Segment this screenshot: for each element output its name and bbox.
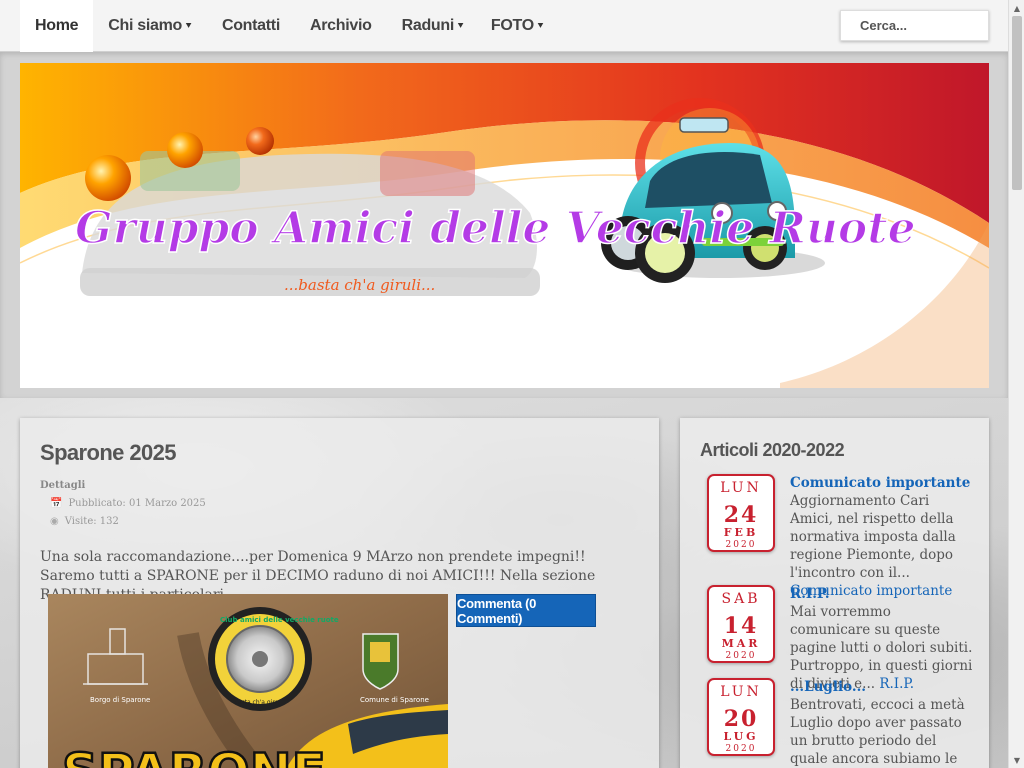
post-text: Comunicato importante Aggiornamento Cari…: [790, 474, 975, 600]
post-excerpt: Aggiornamento Cari Amici, nel rispetto d…: [790, 493, 956, 581]
date-month: FEB: [723, 526, 759, 539]
chevron-down-icon: ⯆: [185, 20, 192, 31]
svg-text:basta ch'a gira: basta ch'a gira: [234, 699, 279, 706]
comment-button[interactable]: Commenta (0 Commenti): [456, 594, 596, 627]
post-title-link[interactable]: Comunicato importante: [790, 474, 975, 492]
site-banner[interactable]: Gruppo Amici delle Vecchie Ruote ...bast…: [20, 63, 989, 388]
nav-item-archivio[interactable]: Archivio: [295, 0, 387, 52]
visits-text: Visite: 132: [64, 516, 119, 527]
nav-item-contatti[interactable]: Contatti: [207, 0, 295, 52]
calendar-icon: 📅: [50, 498, 63, 509]
date-dow: LUN: [720, 684, 762, 700]
svg-text:Club amici delle vecchie ruote: Club amici delle vecchie ruote: [220, 616, 339, 624]
event-poster-image[interactable]: Borgo di Sparone Club amici delle vecchi…: [48, 594, 448, 768]
date-dow: SAB: [721, 591, 761, 607]
nav-item-raduni[interactable]: Raduni ⯆: [387, 0, 479, 52]
nav-label: Home: [35, 17, 79, 34]
main-article: Sparone 2025 Dettagli 📅 Pubblicato: 01 M…: [20, 418, 659, 768]
banner-artwork: Gruppo Amici delle Vecchie Ruote ...bast…: [20, 63, 989, 388]
date-badge: LUN 20 LUG 2020: [707, 678, 775, 756]
date-year: 2020: [725, 540, 757, 550]
nav-label: FOTO: [490, 17, 534, 34]
date-year: 2020: [725, 744, 757, 754]
date-badge: SAB 14 MAR 2020: [707, 585, 775, 663]
published-text: Pubblicato: 01 Marzo 2025: [68, 498, 206, 509]
post-text: R.I.P. Mai vorremmo comunicare su queste…: [790, 585, 975, 693]
date-day: 14: [723, 613, 759, 639]
sidebar-title: Articoli 2020-2022: [700, 440, 845, 460]
banner-tagline: ...basta ch'a giruli...: [284, 276, 435, 294]
nav-item-chi-siamo[interactable]: Chi siamo ⯆: [93, 0, 207, 52]
svg-text:SPARONE: SPARONE: [62, 743, 326, 768]
date-day: 24: [723, 502, 759, 528]
main-menu: Home Chi siamo ⯆ Contatti Archivio Radun…: [20, 0, 559, 52]
search-input[interactable]: Cerca...: [840, 10, 989, 41]
date-dow: LUN: [720, 480, 762, 496]
post-title-link[interactable]: ...Luglio...: [790, 678, 975, 696]
date-month: LUG: [723, 730, 759, 743]
date-day: 20: [723, 706, 759, 732]
poster-artwork: Borgo di Sparone Club amici delle vecchi…: [48, 594, 448, 768]
svg-text:Borgo di Sparone: Borgo di Sparone: [90, 696, 150, 704]
nav-label: Chi siamo: [108, 17, 183, 34]
eye-icon: ◉: [50, 516, 59, 527]
scroll-up-arrow-icon[interactable]: ▲: [1009, 0, 1024, 16]
date-month: MAR: [721, 637, 761, 650]
nav-label: Raduni: [401, 17, 455, 34]
date-year: 2020: [725, 651, 757, 661]
vertical-scrollbar[interactable]: ▲ ▼: [1008, 0, 1024, 768]
svg-text:Comune di Sparone: Comune di Sparone: [360, 696, 429, 704]
banner-title: Gruppo Amici delle Vecchie Ruote: [75, 203, 916, 254]
nav-item-foto[interactable]: FOTO ⯆: [479, 0, 559, 52]
details-label: Dettagli: [40, 480, 86, 491]
chevron-down-icon: ⯆: [457, 20, 464, 31]
sidebar-articles: Articoli 2020-2022 LUN 24 FEB 2020 Comun…: [680, 418, 989, 768]
post-title-link[interactable]: R.I.P.: [790, 585, 975, 603]
header-area: Gruppo Amici delle Vecchie Ruote ...bast…: [0, 52, 1008, 398]
nav-label: Contatti: [221, 17, 280, 34]
post-text: ...Luglio... Bentrovati, eccoci a metà L…: [790, 678, 975, 768]
published-date: 📅 Pubblicato: 01 Marzo 2025: [50, 498, 206, 509]
post-excerpt: Bentrovati, eccoci a metà Luglio dopo av…: [790, 697, 965, 767]
nav-label: Archivio: [309, 17, 372, 34]
scroll-down-arrow-icon[interactable]: ▼: [1009, 752, 1024, 768]
chevron-down-icon: ⯆: [536, 20, 544, 31]
visit-count: ◉ Visite: 132: [50, 516, 119, 527]
article-title[interactable]: Sparone 2025: [40, 440, 176, 466]
nav-item-home[interactable]: Home: [20, 0, 94, 52]
scrollbar-thumb[interactable]: [1012, 16, 1022, 190]
date-badge: LUN 24 FEB 2020: [707, 474, 775, 552]
top-navbar: Home Chi siamo ⯆ Contatti Archivio Radun…: [0, 0, 1008, 52]
